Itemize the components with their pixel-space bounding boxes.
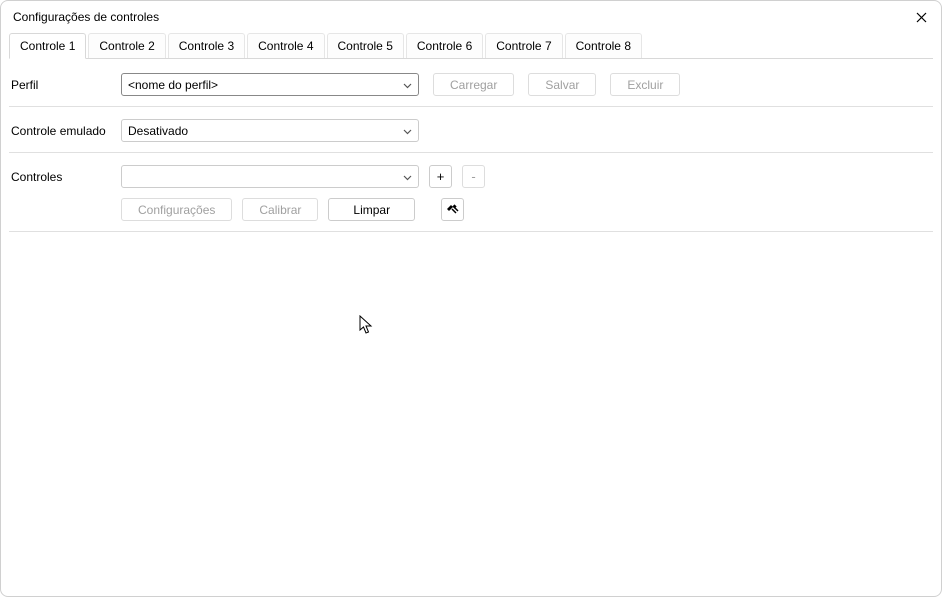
profile-label: Perfil (11, 78, 121, 92)
settings-button[interactable]: Configurações (121, 198, 232, 221)
tab-label: Controle 2 (99, 39, 154, 53)
cursor-icon (359, 315, 375, 338)
button-label: Limpar (353, 203, 390, 217)
remove-controller-button[interactable]: - (462, 165, 485, 188)
tab-label: Controle 5 (338, 39, 393, 53)
delete-button[interactable]: Excluir (610, 73, 680, 96)
save-button[interactable]: Salvar (528, 73, 596, 96)
tab-label: Controle 3 (179, 39, 234, 53)
titlebar: Configurações de controles (1, 1, 941, 31)
tab-controle-7[interactable]: Controle 7 (485, 33, 562, 58)
controller-api-button[interactable] (441, 198, 464, 221)
clear-button[interactable]: Limpar (328, 198, 415, 221)
controller-label: Controles (11, 170, 121, 184)
tab-label: Controle 4 (258, 39, 313, 53)
tab-controle-6[interactable]: Controle 6 (406, 33, 483, 58)
tab-controle-3[interactable]: Controle 3 (168, 33, 245, 58)
tab-label: Controle 8 (576, 39, 631, 53)
chevron-down-icon (403, 124, 412, 138)
emulated-label: Controle emulado (11, 124, 121, 138)
chevron-down-icon (403, 78, 412, 92)
separator (9, 106, 933, 107)
tab-controle-2[interactable]: Controle 2 (88, 33, 165, 58)
window: Configurações de controles Controle 1 Co… (0, 0, 942, 597)
minus-icon: - (471, 169, 475, 184)
profile-row: Perfil <nome do perfil> Carregar Salvar … (9, 73, 933, 96)
button-label: Excluir (627, 78, 663, 92)
button-label: Configurações (138, 203, 215, 217)
load-button[interactable]: Carregar (433, 73, 514, 96)
add-controller-button[interactable]: + (429, 165, 452, 188)
chevron-down-icon (403, 170, 412, 184)
calibrate-button[interactable]: Calibrar (242, 198, 318, 221)
plus-icon: + (437, 169, 445, 184)
close-icon (916, 12, 927, 23)
separator (9, 231, 933, 232)
button-label: Calibrar (259, 203, 301, 217)
controller-row: Controles + - (9, 165, 933, 188)
emulated-row: Controle emulado Desativado (9, 119, 933, 142)
tab-controle-8[interactable]: Controle 8 (565, 33, 642, 58)
tab-controle-1[interactable]: Controle 1 (9, 33, 86, 59)
controller-plugin-icon (445, 201, 460, 219)
emulated-combo-value: Desativado (128, 124, 188, 138)
button-label: Carregar (450, 78, 497, 92)
profile-combo[interactable]: <nome do perfil> (121, 73, 419, 96)
close-button[interactable] (911, 7, 931, 27)
button-label: Salvar (545, 78, 579, 92)
tab-label: Controle 7 (496, 39, 551, 53)
tab-panel: Perfil <nome do perfil> Carregar Salvar … (9, 58, 933, 596)
profile-combo-value: <nome do perfil> (128, 78, 218, 92)
tab-label: Controle 1 (20, 39, 75, 53)
controller-combo[interactable] (121, 165, 419, 188)
tabs: Controle 1 Controle 2 Controle 3 Control… (1, 31, 941, 58)
actions-row: Configurações Calibrar Limpar (9, 198, 933, 221)
emulated-combo[interactable]: Desativado (121, 119, 419, 142)
separator (9, 152, 933, 153)
tab-controle-4[interactable]: Controle 4 (247, 33, 324, 58)
window-title: Configurações de controles (13, 10, 159, 24)
tab-controle-5[interactable]: Controle 5 (327, 33, 404, 58)
tab-label: Controle 6 (417, 39, 472, 53)
